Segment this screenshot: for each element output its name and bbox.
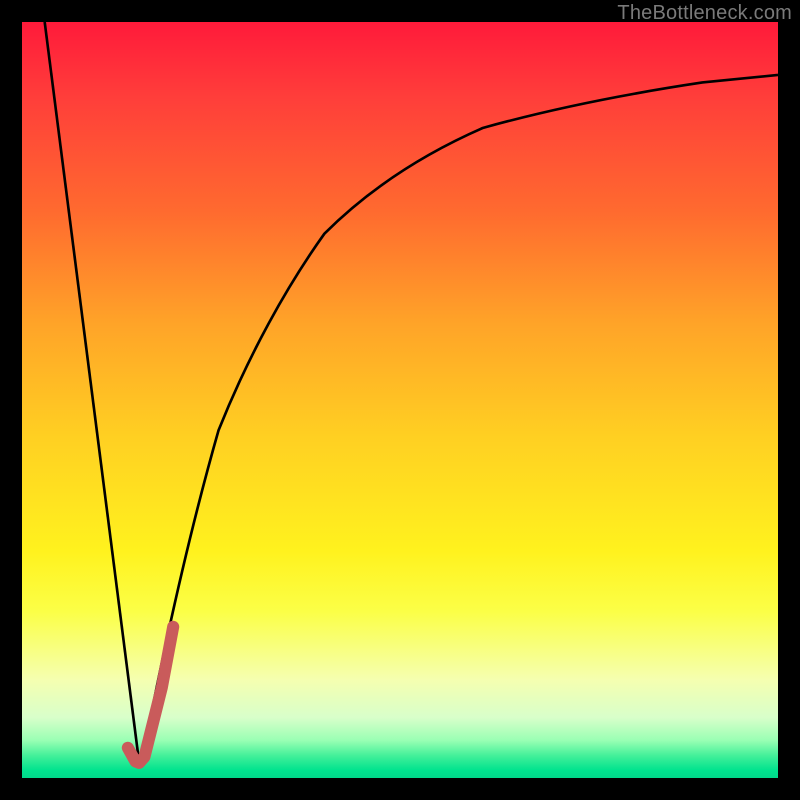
plot-area: [22, 22, 778, 778]
highlight-segment-line: [128, 627, 173, 763]
left-slope-line: [45, 22, 139, 763]
right-curve-line: [139, 75, 778, 763]
chart-frame: TheBottleneck.com: [0, 0, 800, 800]
curve-layer: [22, 22, 778, 778]
